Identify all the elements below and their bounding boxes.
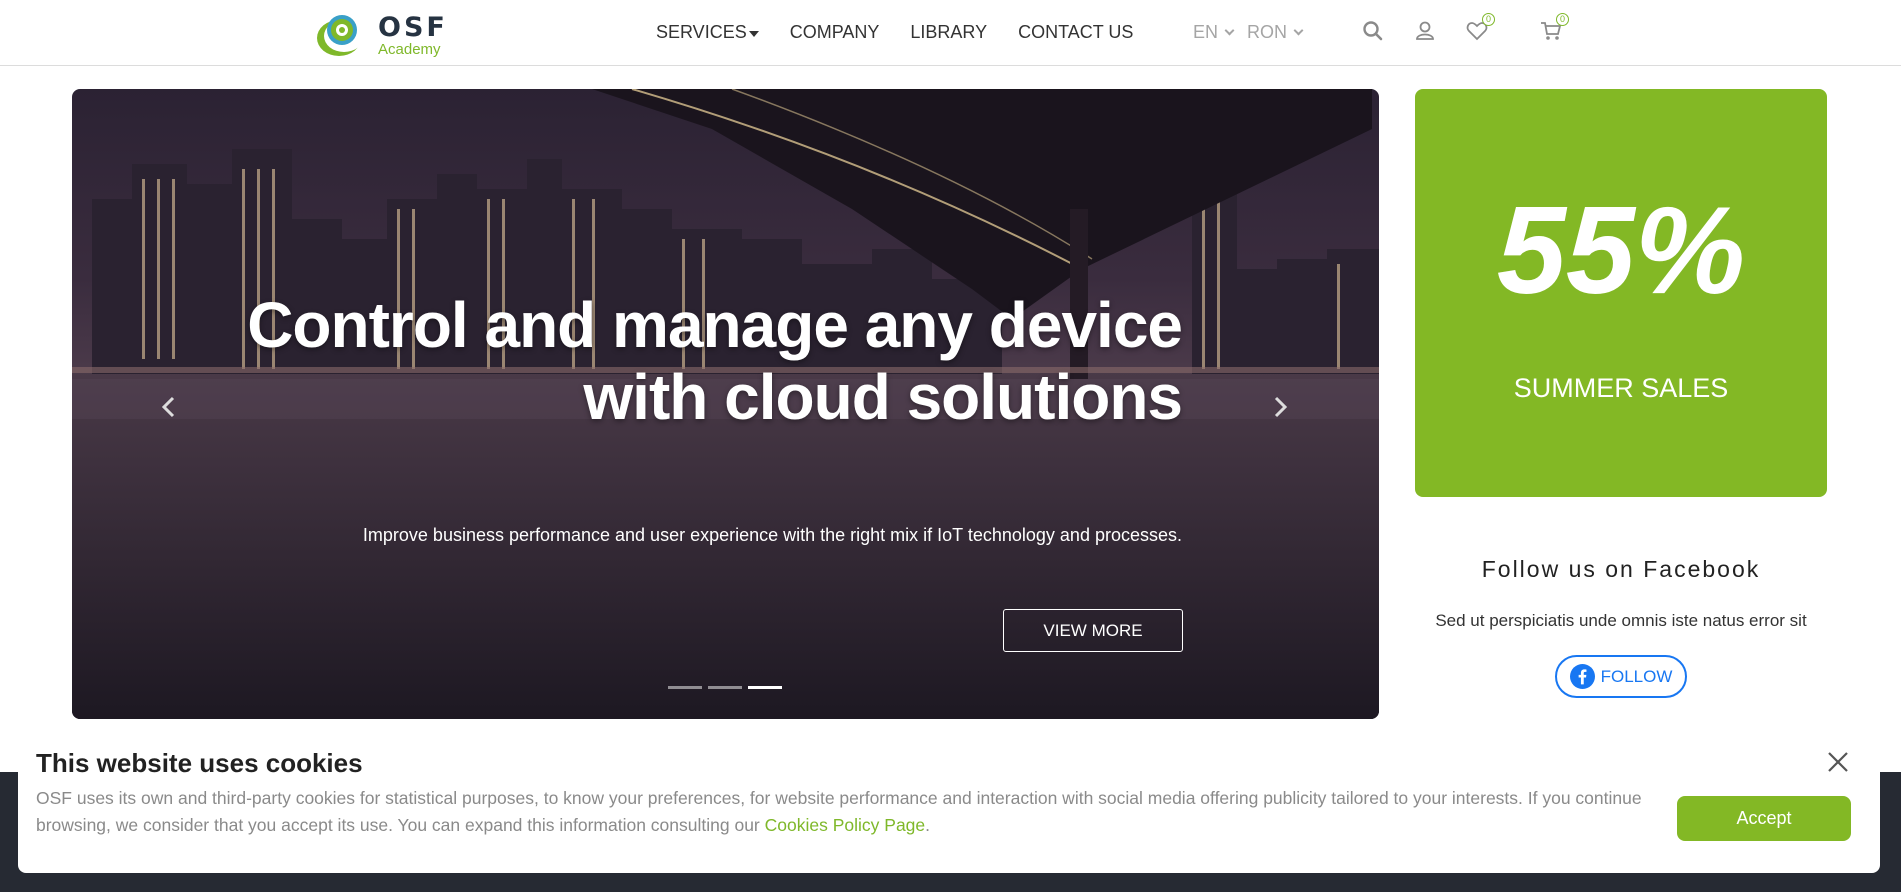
hero-subline: Improve business performance and user ex…	[362, 525, 1182, 545]
facebook-follow-label: FOLLOW	[1600, 666, 1673, 686]
carousel-indicator-1[interactable]	[668, 686, 702, 689]
logo-brand: OSF	[378, 12, 448, 43]
cart-count-badge: 0	[1556, 13, 1569, 26]
search-icon[interactable]	[1360, 18, 1386, 44]
wishlist-button[interactable]: 0	[1464, 13, 1495, 44]
language-value: EN	[1193, 22, 1219, 42]
cookie-text-end: .	[925, 815, 931, 835]
carousel-indicator-3[interactable]	[748, 686, 782, 689]
locale-selectors: EN RON	[1193, 22, 1304, 43]
nav-item-contact-us[interactable]: CONTACT US	[1018, 22, 1133, 43]
promo-percent: 55%	[1496, 182, 1746, 320]
site-header: OSF Academy SERVICES COMPANY LIBRARY CON…	[0, 0, 1901, 66]
facebook-icon	[1569, 664, 1595, 689]
cookie-title: This website uses cookies	[36, 748, 363, 778]
hero-carousel: Control and manage any device with cloud…	[72, 89, 1379, 719]
carousel-prev-button[interactable]	[154, 392, 184, 422]
nav-item-library[interactable]: LIBRARY	[910, 22, 987, 43]
cookie-text: OSF uses its own and third-party cookies…	[36, 785, 1676, 839]
view-more-button[interactable]: VIEW MORE	[1003, 609, 1183, 652]
currency-value: RON	[1247, 22, 1288, 42]
chevron-right-icon	[1274, 396, 1288, 418]
currency-select[interactable]: RON	[1247, 22, 1304, 43]
cookie-banner: This website uses cookies OSF uses its o…	[18, 736, 1880, 873]
hero-headline-line-1: Control and manage any device	[247, 289, 1183, 361]
main-nav: SERVICES COMPANY LIBRARY CONTACT US	[656, 22, 1164, 43]
nav-item-label: LIBRARY	[910, 22, 988, 42]
cookies-policy-link[interactable]: Cookies Policy Page	[765, 815, 926, 835]
nav-item-label: CONTACT US	[1018, 22, 1134, 42]
hero-headline: Control and manage any device with cloud…	[247, 289, 1183, 433]
carousel-indicator-2[interactable]	[708, 686, 742, 689]
nav-item-label: SERVICES	[656, 22, 747, 42]
facebook-follow-button[interactable]: FOLLOW	[1555, 655, 1687, 698]
facebook-text: Sed ut perspiciatis unde omnis iste natu…	[1435, 611, 1807, 630]
facebook-title: Follow us on Facebook	[1481, 556, 1761, 582]
accept-cookies-button[interactable]: Accept	[1677, 796, 1851, 841]
promo-banner[interactable]: 55% SUMMER SALES	[1415, 89, 1827, 497]
logo-subtitle: Academy	[378, 41, 441, 58]
nav-item-label: COMPANY	[789, 22, 880, 42]
chevron-down-icon	[1293, 25, 1304, 36]
wishlist-count-badge: 0	[1482, 13, 1495, 26]
nav-item-company[interactable]: COMPANY	[790, 22, 880, 43]
nav-item-services[interactable]: SERVICES	[656, 22, 759, 43]
logo-mark-icon	[317, 15, 364, 56]
caret-down-icon	[748, 30, 759, 37]
chevron-down-icon	[1224, 25, 1235, 36]
carousel-indicators	[668, 686, 782, 689]
promo-label: SUMMER SALES	[1513, 373, 1729, 403]
close-icon[interactable]	[1824, 748, 1852, 776]
carousel-next-button[interactable]	[1265, 392, 1295, 422]
user-icon[interactable]	[1412, 18, 1438, 44]
language-select[interactable]: EN	[1193, 22, 1235, 43]
chevron-left-icon	[161, 396, 175, 418]
hero-headline-line-2: with cloud solutions	[583, 361, 1183, 433]
cart-button[interactable]: 0	[1538, 13, 1569, 44]
logo[interactable]: OSF Academy	[314, 6, 450, 60]
